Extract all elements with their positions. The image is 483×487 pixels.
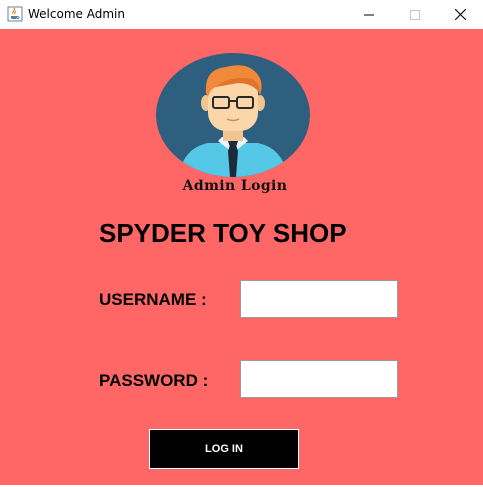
- maximize-icon: [410, 9, 420, 20]
- login-panel: Admin Login SPYDER TOY SHOP USERNAME : P…: [0, 29, 483, 485]
- minimize-icon: [364, 14, 374, 15]
- shop-title: SPYDER TOY SHOP: [99, 218, 347, 248]
- avatar-caption: Admin Login: [182, 178, 288, 194]
- username-input[interactable]: [240, 280, 398, 318]
- login-window: Welcome Admin Admin Login SPYDER TOY SHO…: [0, 0, 483, 487]
- maximize-button[interactable]: [392, 0, 438, 29]
- close-button[interactable]: [437, 0, 483, 29]
- title-bar[interactable]: Welcome Admin: [0, 0, 483, 29]
- java-cup-icon: [7, 6, 23, 22]
- password-input[interactable]: [240, 360, 398, 398]
- admin-avatar-icon: [156, 53, 310, 177]
- minimize-button[interactable]: [346, 0, 392, 29]
- window-title: Welcome Admin: [28, 7, 125, 21]
- login-button[interactable]: LOG IN: [149, 429, 299, 469]
- username-label: USERNAME :: [99, 290, 207, 309]
- close-icon: [454, 9, 466, 20]
- password-label: PASSWORD :: [99, 371, 209, 390]
